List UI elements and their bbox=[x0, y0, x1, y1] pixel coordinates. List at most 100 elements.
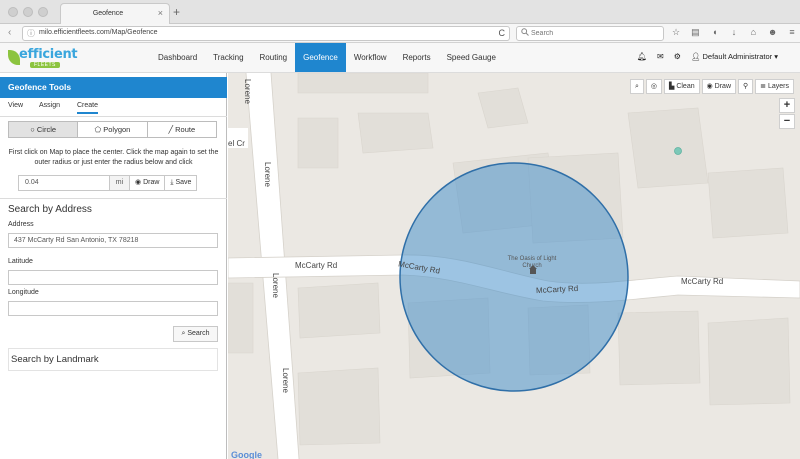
geofence-circle[interactable] bbox=[399, 162, 629, 392]
map-clean-button[interactable]: ▙ Clean bbox=[663, 79, 700, 94]
back-arrow-icon[interactable]: ‹ bbox=[8, 27, 11, 38]
save-button[interactable]: ⤓ Save bbox=[165, 175, 198, 191]
reader-icon[interactable]: ▤ bbox=[689, 27, 701, 40]
search-icon: ⌕ bbox=[181, 330, 186, 337]
zoom-out-button[interactable]: − bbox=[779, 114, 795, 129]
latitude-field[interactable] bbox=[8, 270, 218, 285]
map-label-lorene-top: Lorene bbox=[243, 79, 252, 104]
pocket-icon[interactable]: ◖ bbox=[709, 27, 721, 40]
map-label-mccarty-left: McCarty Rd bbox=[295, 261, 338, 270]
nav-dashboard[interactable]: Dashboard bbox=[150, 43, 205, 72]
polygon-button[interactable]: ⬠ Polygon bbox=[78, 122, 148, 137]
map-locate-button[interactable]: ◎ bbox=[645, 79, 662, 94]
zoom-in-button[interactable]: + bbox=[779, 98, 795, 113]
map-label-lorene-low: Lorene bbox=[281, 368, 290, 393]
map-canvas[interactable]: el Cr Lorene Lorene Lorene Lorene McCart… bbox=[228, 73, 800, 459]
mail-icon[interactable]: ✉ bbox=[657, 52, 664, 61]
browser-toolbar-icons: ☆ ▤ ◖ ↓ ⌂ ☻ ≡ bbox=[670, 27, 798, 40]
window-close-button[interactable] bbox=[8, 7, 18, 17]
geofence-tools-panel: Geofence Tools View Assign Create ○ Circ… bbox=[0, 73, 227, 459]
tab-create[interactable]: Create bbox=[77, 102, 99, 114]
layers-label: Layers bbox=[767, 83, 789, 90]
map-person-button[interactable]: ⚲ bbox=[738, 79, 754, 94]
user-icon: 👤︎ bbox=[690, 52, 701, 61]
longitude-field[interactable] bbox=[8, 301, 218, 316]
gear-icon[interactable]: ⚙ bbox=[674, 52, 681, 61]
address-label: Address bbox=[8, 221, 34, 228]
user-menu[interactable]: 👤︎ Default Administrator ▾ bbox=[691, 52, 778, 61]
latitude-label: Latitude bbox=[8, 258, 33, 265]
map-label-lorene-upper: Lorene bbox=[263, 162, 272, 187]
clean-label: Clean bbox=[676, 83, 695, 90]
star-icon[interactable]: ☆ bbox=[670, 27, 682, 40]
circle-label: Circle bbox=[36, 125, 57, 134]
user-name: Default Administrator bbox=[702, 52, 773, 61]
nav-tracking[interactable]: Tracking bbox=[205, 43, 251, 72]
nav-geofence[interactable]: Geofence bbox=[295, 43, 346, 72]
browser-tab[interactable]: Geofence × bbox=[60, 3, 170, 24]
window-maximize-button[interactable] bbox=[38, 7, 48, 17]
draw-label: Draw bbox=[143, 179, 160, 186]
marker-dot[interactable] bbox=[674, 147, 682, 155]
address-field[interactable]: 437 McCarty Rd San Antonio, TX 78218 bbox=[8, 233, 218, 248]
main-nav: Dashboard Tracking Routing Geofence Work… bbox=[150, 43, 504, 72]
map-label-lorene-mid: Lorene bbox=[271, 273, 280, 298]
browser-tab-title: Geofence bbox=[92, 10, 124, 17]
nav-workflow[interactable]: Workflow bbox=[346, 43, 395, 72]
search-icon bbox=[521, 28, 529, 38]
nav-speed-gauge[interactable]: Speed Gauge bbox=[439, 43, 504, 72]
map-toolbar: ⌕ ◎ ▙ Clean ◉ Draw ⚲ ≣ Layers bbox=[628, 79, 794, 94]
map-draw-button[interactable]: ◉ Draw bbox=[701, 79, 737, 94]
save-icon: ⤓ bbox=[170, 179, 174, 186]
circle-button[interactable]: ○ Circle bbox=[9, 122, 79, 137]
longitude-label: Longitude bbox=[8, 289, 39, 296]
efficient-fleets-logo[interactable]: efficient FLEETS bbox=[8, 46, 78, 70]
route-button[interactable]: ╱ Route bbox=[147, 122, 216, 137]
person-icon: ⚲ bbox=[743, 83, 749, 90]
browser-tab-bar: Geofence × + bbox=[0, 0, 800, 24]
draw-button[interactable]: ◉ Draw bbox=[130, 175, 166, 191]
window-minimize-button[interactable] bbox=[23, 7, 33, 17]
app-header: efficient FLEETS Dashboard Tracking Rout… bbox=[0, 43, 800, 73]
search-by-landmark-section[interactable]: Search by Landmark bbox=[8, 348, 218, 371]
menu-icon[interactable]: ≡ bbox=[786, 27, 798, 40]
layers-icon: ≣ bbox=[760, 83, 767, 90]
search-by-address-title: Search by Address bbox=[8, 204, 92, 215]
map-layers-button[interactable]: ≣ Layers bbox=[755, 79, 794, 94]
browser-search-box[interactable] bbox=[516, 26, 664, 41]
radius-input[interactable]: 0.04 bbox=[18, 175, 110, 191]
chevron-down-icon: ▾ bbox=[774, 52, 778, 61]
url-text[interactable]: milo.efficientfleets.com/Map/Geofence bbox=[39, 29, 158, 36]
nav-routing[interactable]: Routing bbox=[252, 43, 296, 72]
browser-search-input[interactable] bbox=[531, 28, 659, 39]
radius-row: 0.04 mi ◉ Draw ⤓ Save bbox=[18, 175, 198, 191]
map-draw-label: Draw bbox=[714, 83, 732, 90]
info-icon[interactable]: ⓘ bbox=[27, 28, 35, 39]
eye-icon: ◉ bbox=[135, 179, 142, 186]
home-icon[interactable]: ⌂ bbox=[747, 27, 759, 40]
google-attribution: Google bbox=[231, 450, 262, 459]
new-tab-button[interactable]: + bbox=[173, 5, 180, 19]
reload-icon[interactable]: C bbox=[499, 28, 506, 38]
clean-icon: ▙ bbox=[668, 83, 675, 90]
tab-close-icon[interactable]: × bbox=[158, 8, 163, 18]
divider bbox=[0, 198, 227, 199]
download-icon[interactable]: ↓ bbox=[728, 27, 740, 40]
polygon-label: Polygon bbox=[103, 125, 131, 134]
address-bar[interactable]: ⓘ milo.efficientfleets.com/Map/Geofence … bbox=[22, 26, 510, 41]
shape-selector: ○ Circle ⬠ Polygon ╱ Route bbox=[8, 121, 217, 138]
logo-subtitle: FLEETS bbox=[30, 62, 60, 68]
address-search-button[interactable]: ⌕ Search bbox=[173, 326, 218, 342]
search-icon: ⌕ bbox=[634, 83, 639, 90]
panel-title: Geofence Tools bbox=[0, 77, 227, 98]
map-label-mccarty-right: McCarty Rd bbox=[681, 277, 724, 286]
map-search-button[interactable]: ⌕ bbox=[629, 79, 644, 94]
tab-view[interactable]: View bbox=[8, 102, 23, 109]
tab-assign[interactable]: Assign bbox=[39, 102, 60, 109]
face-icon[interactable]: ☻ bbox=[767, 27, 779, 40]
bell-icon[interactable]: 🔔︎ bbox=[637, 52, 647, 61]
circle-icon: ○ bbox=[30, 125, 35, 134]
map-label-church: The Oasis of Light Church bbox=[507, 256, 557, 269]
search-button-label: Search bbox=[187, 330, 210, 337]
nav-reports[interactable]: Reports bbox=[395, 43, 439, 72]
